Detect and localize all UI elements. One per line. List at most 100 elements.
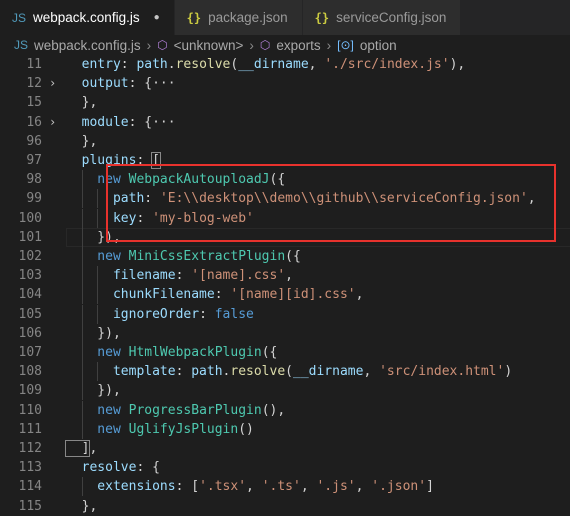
code-text: filename: '[name].css',: [66, 266, 293, 285]
code-token: '.js': [316, 479, 356, 495]
code-editor[interactable]: 11 entry: path.resolve(__dirname, './src…: [0, 55, 570, 514]
line-number: 16: [26, 114, 42, 130]
code-text: resolve: {: [66, 458, 160, 477]
code-token: :: [144, 191, 160, 207]
code-token: path: [136, 57, 168, 72]
breadcrumb-option[interactable]: option: [360, 38, 397, 53]
code-line[interactable]: 104 chunkFilename: '[name][id].css',: [0, 285, 570, 305]
breadcrumb: JS webpack.config.js › ⬡ <unknown> › ⬡ e…: [0, 35, 570, 55]
code-line[interactable]: 109 }),: [0, 381, 570, 401]
code-line[interactable]: 107 new HtmlWebpackPlugin({: [0, 343, 570, 362]
code-token: resolve: [230, 364, 286, 380]
code-token: ,: [355, 479, 372, 495]
code-line[interactable]: 105 ignoreOrder: false: [0, 304, 570, 324]
code-token: }),: [66, 229, 121, 245]
code-token: : [: [175, 479, 200, 495]
tab-service-config-json[interactable]: {} serviceConfig.json: [302, 0, 462, 35]
code-text: key: 'my-blog-web': [66, 209, 254, 228]
fold-chevron-icon[interactable]: ›: [49, 113, 56, 132]
code-token: module: [66, 114, 129, 130]
code-line[interactable]: 97 plugins: [: [0, 151, 570, 170]
line-number: 105: [18, 306, 42, 322]
code-token: resolve: [175, 57, 231, 72]
code-line[interactable]: 12 › output: {···: [0, 74, 570, 93]
tab-package-json[interactable]: {} package.json: [174, 0, 303, 35]
code-token: '[name].css': [191, 268, 286, 284]
code-token: 'my-blog-web': [152, 210, 254, 226]
line-number: 112: [18, 441, 42, 456]
js-file-icon: JS: [14, 38, 29, 52]
code-token: [: [151, 152, 161, 169]
line-number: 99: [26, 191, 42, 207]
code-token: 'E:\\desktop\\demo\\github\\serviceConfi…: [159, 191, 528, 207]
tab-webpack-config[interactable]: JS webpack.config.js ●: [0, 0, 175, 35]
cube-icon: ⬡: [259, 38, 271, 52]
code-line[interactable]: 103 filename: '[name].css',: [0, 266, 570, 286]
code-text: ignoreOrder: false: [66, 305, 254, 324]
code-line[interactable]: 100 key: 'my-blog-web': [0, 208, 570, 228]
code-line[interactable]: 102 new MiniCssExtractPlugin({: [0, 247, 570, 266]
code-line[interactable]: 99 path: 'E:\\desktop\\demo\\github\\ser…: [0, 189, 570, 209]
code-token: },: [66, 133, 98, 149]
code-line[interactable]: 106 }),: [0, 323, 570, 343]
code-token: :: [136, 153, 153, 168]
code-token: ({: [261, 345, 278, 360]
chevron-right-icon: ›: [249, 37, 254, 53]
tab-label: serviceConfig.json: [336, 10, 447, 25]
code-line[interactable]: 114 extensions: ['.tsx', '.ts', '.js', '…: [0, 477, 570, 497]
code-text: ],: [64, 439, 97, 458]
code-token: .: [167, 57, 176, 72]
line-number: 98: [26, 172, 42, 188]
code-token: ProgressBarPlugin: [128, 402, 262, 418]
code-line[interactable]: 108 template: path.resolve(__dirname, 's…: [0, 362, 570, 382]
code-text: new UglifyJsPlugin(): [66, 420, 254, 439]
breadcrumb-file[interactable]: webpack.config.js: [34, 38, 141, 53]
code-token: 'src/index.html': [379, 364, 505, 380]
chevron-right-icon: ›: [146, 37, 152, 53]
line-number: 103: [18, 268, 42, 284]
code-token: }),: [66, 383, 121, 399]
code-token: },: [66, 95, 98, 111]
code-text: extensions: ['.tsx', '.ts', '.js', '.jso…: [66, 477, 434, 496]
code-token: ]: [64, 440, 91, 457]
code-token: resolve: [66, 460, 137, 476]
line-number: 15: [26, 95, 42, 111]
code-token: path: [191, 364, 223, 380]
code-line[interactable]: 112 ],: [0, 439, 570, 458]
code-line[interactable]: 110 new ProgressBarPlugin(),: [0, 400, 570, 420]
code-text: path: 'E:\\desktop\\demo\\github\\servic…: [66, 189, 536, 208]
code-token: HtmlWebpackPlugin: [128, 345, 262, 360]
code-token: (): [238, 421, 254, 437]
code-token: (),: [261, 402, 286, 418]
line-number: 104: [18, 287, 42, 303]
line-number: 114: [18, 479, 42, 495]
code-token: }),: [66, 325, 121, 341]
line-number: 102: [18, 249, 42, 264]
code-token: new: [66, 172, 129, 188]
breadcrumb-unknown[interactable]: <unknown>: [174, 38, 244, 53]
breadcrumb-exports[interactable]: exports: [276, 38, 320, 53]
chevron-right-icon: ›: [326, 37, 332, 53]
code-line[interactable]: 15 },: [0, 93, 570, 112]
fold-chevron-icon[interactable]: ›: [49, 74, 56, 93]
code-line[interactable]: 111 new UglifyJsPlugin(): [0, 419, 570, 439]
code-line[interactable]: 96 },: [0, 132, 570, 151]
code-text: }),: [66, 228, 121, 247]
code-token: : {: [136, 460, 160, 476]
code-line[interactable]: 98 new WebpackAutouploadJ({: [0, 170, 570, 190]
code-token: ({: [269, 172, 286, 188]
code-line[interactable]: 11 entry: path.resolve(__dirname, './src…: [0, 55, 570, 74]
code-token: :: [175, 268, 192, 284]
unsaved-dot-icon[interactable]: ●: [154, 12, 160, 23]
code-token: new: [66, 345, 129, 360]
code-token: __dirname: [238, 57, 309, 72]
code-line[interactable]: 113 resolve: {: [0, 458, 570, 477]
code-token: ),: [449, 57, 466, 72]
code-line[interactable]: 115 },: [0, 497, 570, 516]
code-token: './src/index.js': [324, 57, 450, 72]
code-line[interactable]: 101 }),: [0, 227, 570, 247]
code-token: new: [66, 402, 129, 418]
code-token: chunkFilename: [66, 287, 215, 303]
code-line[interactable]: 16 › module: {···: [0, 113, 570, 132]
code-token: ({: [285, 249, 301, 264]
